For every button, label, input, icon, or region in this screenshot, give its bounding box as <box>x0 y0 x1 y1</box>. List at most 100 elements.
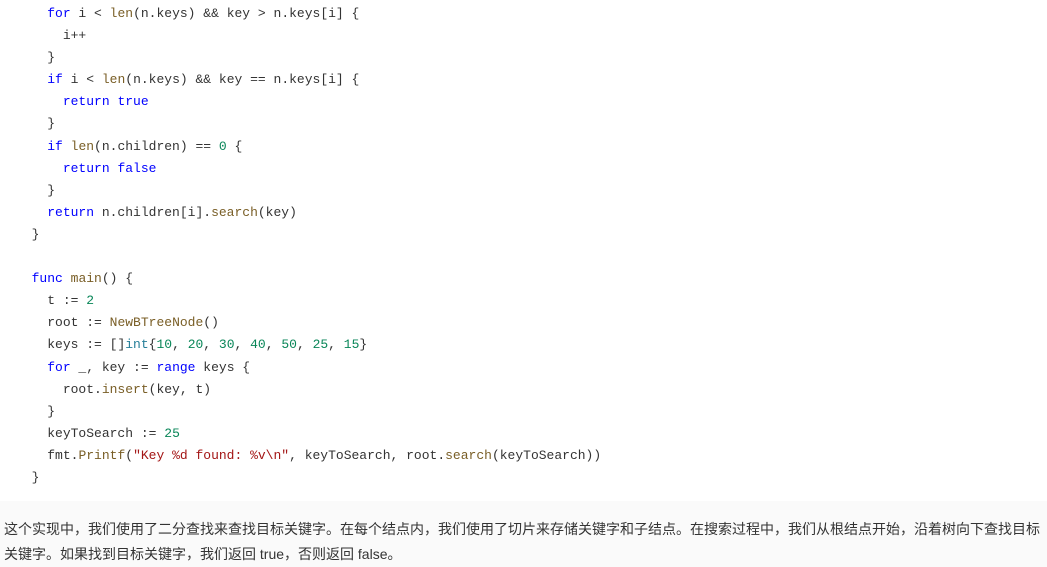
code-token-keyword: if <box>47 72 63 87</box>
code-token-normal: root <box>47 315 86 330</box>
code-token-type: int <box>125 337 148 352</box>
code-token-normal: , <box>297 337 313 352</box>
code-line: i++ <box>16 25 1031 47</box>
explanation-paragraph: 这个实现中，我们使用了二分查找来查找目标关键字。在每个结点内，我们使用了切片来存… <box>0 517 1047 567</box>
code-line: if i < len(n.keys) && key == n.keys[i] { <box>16 69 1031 91</box>
code-token-func-name: len <box>110 6 133 21</box>
code-token-normal: , <box>235 337 251 352</box>
code-token-normal: [] <box>102 337 125 352</box>
code-token-operator: := <box>133 360 149 375</box>
code-token-number: 2 <box>86 293 94 308</box>
code-token-keyword: false <box>117 161 156 176</box>
code-token-normal: n.keys[i] { <box>266 6 360 21</box>
code-token-operator: < <box>86 72 94 87</box>
code-token-normal: { <box>227 139 243 154</box>
code-token-number: 40 <box>250 337 266 352</box>
code-token-keyword: for <box>47 6 70 21</box>
code-token-normal <box>102 6 110 21</box>
code-token-operator: := <box>141 426 157 441</box>
code-token-number: 20 <box>188 337 204 352</box>
code-token-normal: , keyToSearch, root. <box>289 448 445 463</box>
code-token-normal: , <box>172 337 188 352</box>
code-line: for _, key := range keys { <box>16 357 1031 379</box>
code-token-normal: , <box>328 337 344 352</box>
code-container[interactable]: for i < len(n.keys) && key > n.keys[i] {… <box>16 3 1031 489</box>
code-token-number: 50 <box>281 337 297 352</box>
code-token-normal: } <box>32 470 40 485</box>
code-token-number: 15 <box>344 337 360 352</box>
code-token-normal: (keyToSearch)) <box>492 448 601 463</box>
code-token-operator: > <box>258 6 266 21</box>
code-line: } <box>16 47 1031 69</box>
code-token-number: 30 <box>219 337 235 352</box>
code-token-keyword: return <box>63 94 110 109</box>
code-token-normal: (n.keys) <box>133 6 203 21</box>
code-line: return n.children[i].search(key) <box>16 202 1031 224</box>
code-line <box>16 246 1031 268</box>
code-token-func-name: main <box>71 271 102 286</box>
code-token-operator: == <box>250 72 266 87</box>
code-token-func-name: len <box>102 72 125 87</box>
code-token-func-name: len <box>71 139 94 154</box>
code-line: t := 2 <box>16 290 1031 312</box>
code-line: func main() { <box>16 268 1031 290</box>
code-token-normal: keyToSearch <box>47 426 141 441</box>
code-line: return false <box>16 158 1031 180</box>
code-token-normal: } <box>47 404 55 419</box>
code-token-normal: } <box>47 116 55 131</box>
code-token-number: 0 <box>219 139 227 154</box>
code-token-normal <box>63 271 71 286</box>
code-token-normal: _, key <box>71 360 133 375</box>
code-token-keyword: true <box>117 94 148 109</box>
code-token-normal <box>211 139 219 154</box>
code-line: if len(n.children) == 0 { <box>16 136 1031 158</box>
code-token-operator: := <box>86 337 102 352</box>
code-token-normal: (key, t) <box>149 382 211 397</box>
code-token-normal: } <box>32 227 40 242</box>
code-token-normal: , <box>266 337 282 352</box>
code-line: } <box>16 113 1031 135</box>
code-token-normal: i <box>71 6 94 21</box>
code-line: } <box>16 467 1031 489</box>
code-token-normal: key <box>211 72 250 87</box>
code-token-number: 25 <box>313 337 329 352</box>
code-line: fmt.Printf("Key %d found: %v\n", keyToSe… <box>16 445 1031 467</box>
code-token-number: 10 <box>156 337 172 352</box>
code-token-number: 25 <box>164 426 180 441</box>
code-token-keyword: func <box>32 271 63 286</box>
code-token-normal: i <box>63 72 86 87</box>
code-token-operator: < <box>94 6 102 21</box>
code-token-normal: n.keys[i] { <box>266 72 360 87</box>
code-token-keyword: if <box>47 139 63 154</box>
code-token-operator: && <box>195 72 211 87</box>
code-token-normal: () { <box>102 271 133 286</box>
code-token-keyword: return <box>63 161 110 176</box>
code-token-operator: := <box>63 293 79 308</box>
code-line: return true <box>16 91 1031 113</box>
code-token-string: "Key %d found: %v\n" <box>133 448 289 463</box>
code-token-keyword: range <box>156 360 195 375</box>
code-token-normal: } <box>359 337 367 352</box>
code-token-normal: , <box>203 337 219 352</box>
code-token-normal: } <box>47 50 55 65</box>
code-token-func-name: NewBTreeNode <box>110 315 204 330</box>
code-line: } <box>16 224 1031 246</box>
code-line: for i < len(n.keys) && key > n.keys[i] { <box>16 3 1031 25</box>
code-token-normal: root. <box>63 382 102 397</box>
code-token-operator: ++ <box>71 28 87 43</box>
code-line: keys := []int{10, 20, 30, 40, 50, 25, 15… <box>16 334 1031 356</box>
code-token-func-name: search <box>211 205 258 220</box>
code-token-normal: keys <box>47 337 86 352</box>
code-line: root.insert(key, t) <box>16 379 1031 401</box>
code-token-operator: && <box>203 6 219 21</box>
code-token-normal: fmt. <box>47 448 78 463</box>
code-line: } <box>16 401 1031 423</box>
code-token-func-name: Printf <box>78 448 125 463</box>
code-token-normal: t <box>47 293 63 308</box>
code-token-normal <box>102 315 110 330</box>
code-token-normal: n.children[i]. <box>94 205 211 220</box>
code-token-normal: (n.keys) <box>125 72 195 87</box>
code-token-normal: (key) <box>258 205 297 220</box>
code-token-normal <box>63 139 71 154</box>
code-token-func-name: insert <box>102 382 149 397</box>
